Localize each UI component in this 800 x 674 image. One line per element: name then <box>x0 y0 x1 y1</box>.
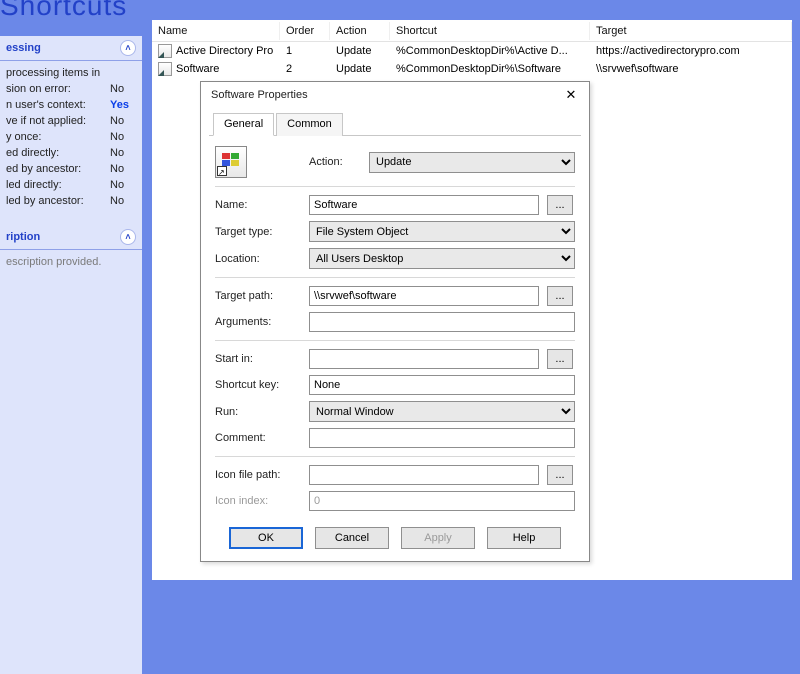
ok-button[interactable]: OK <box>229 527 303 549</box>
icon-file-browse-button[interactable]: ... <box>547 465 573 485</box>
dialog-titlebar[interactable]: Software Properties ✕ <box>201 82 589 108</box>
kv-value: No <box>110 161 136 177</box>
page-title: Shortcuts <box>0 0 127 22</box>
target-type-select[interactable]: File System Object <box>309 221 575 242</box>
kv-label: led directly: <box>6 177 62 193</box>
collapse-icon[interactable]: ˄ <box>120 40 136 56</box>
col-shortcut[interactable]: Shortcut <box>390 22 590 40</box>
description-label: ription <box>6 231 40 243</box>
processing-label: essing <box>6 42 41 54</box>
label-comment: Comment: <box>215 432 301 444</box>
kv-label: y once: <box>6 129 41 145</box>
label-target-type: Target type: <box>215 226 301 238</box>
table-header: Name Order Action Shortcut Target <box>152 20 792 42</box>
description-body: escription provided. <box>0 250 142 274</box>
tab-common[interactable]: Common <box>276 113 343 136</box>
left-panel: essing ˄ processing items in sion on err… <box>0 36 142 674</box>
properties-dialog: Software Properties ✕ General Common Act… <box>200 81 590 562</box>
label-action: Action: <box>309 156 359 168</box>
label-shortcut-key: Shortcut key: <box>215 379 301 391</box>
close-icon[interactable]: ✕ <box>559 85 583 105</box>
kv-label: ve if not applied: <box>6 113 86 129</box>
icon-file-path-field[interactable] <box>309 465 539 485</box>
collapse-icon[interactable]: ˄ <box>120 229 136 245</box>
start-in-browse-button[interactable]: ... <box>547 349 573 369</box>
label-target-path: Target path: <box>215 290 301 302</box>
kv-label: sion on error: <box>6 81 71 97</box>
start-in-field[interactable] <box>309 349 539 369</box>
kv-value: No <box>110 81 136 97</box>
name-field[interactable] <box>309 195 539 215</box>
label-icon-file-path: Icon file path: <box>215 469 301 481</box>
shortcut-icon <box>158 44 172 58</box>
help-button[interactable]: Help <box>487 527 561 549</box>
kv-value: No <box>110 177 136 193</box>
table-body: Active Directory Pro 1 Update %CommonDes… <box>152 42 792 78</box>
arguments-field[interactable] <box>309 312 575 332</box>
action-select[interactable]: Update <box>369 152 575 173</box>
cell-order: 2 <box>280 62 330 76</box>
kv-label: processing items in <box>6 65 100 81</box>
shortcut-icon <box>158 62 172 76</box>
label-icon-index: Icon index: <box>215 495 301 507</box>
dialog-title: Software Properties <box>211 89 308 101</box>
cell-order: 1 <box>280 44 330 58</box>
shortcut-key-field[interactable] <box>309 375 575 395</box>
processing-list: processing items in sion on error: No n u… <box>0 61 142 213</box>
label-start-in: Start in: <box>215 353 301 365</box>
label-name: Name: <box>215 199 301 211</box>
tab-body-general: Action: Update Name: ... Target type: Fi… <box>201 136 589 517</box>
kv-value: No <box>110 113 136 129</box>
col-order[interactable]: Order <box>280 22 330 40</box>
target-path-field[interactable] <box>309 286 539 306</box>
kv-value: Yes <box>110 97 136 113</box>
cell-shortcut: %CommonDesktopDir%\Active D... <box>390 44 590 58</box>
run-select[interactable]: Normal Window <box>309 401 575 422</box>
kv-label: ed by ancestor: <box>6 161 81 177</box>
cell-action: Update <box>330 44 390 58</box>
cell-action: Update <box>330 62 390 76</box>
shortcut-large-icon <box>215 146 301 178</box>
label-arguments: Arguments: <box>215 316 301 328</box>
tab-general[interactable]: General <box>213 113 274 136</box>
cell-target: \\srvwef\software <box>590 62 792 76</box>
processing-section-header: essing ˄ <box>0 36 142 61</box>
target-path-browse-button[interactable]: ... <box>547 286 573 306</box>
icon-index-field <box>309 491 575 511</box>
col-name[interactable]: Name <box>152 22 280 40</box>
dialog-button-row: OK Cancel Apply Help <box>201 517 589 561</box>
cell-name: Software <box>176 63 219 75</box>
cell-shortcut: %CommonDesktopDir%\Software <box>390 62 590 76</box>
apply-button: Apply <box>401 527 475 549</box>
kv-value: No <box>110 145 136 161</box>
kv-label: led by ancestor: <box>6 193 84 209</box>
kv-label: n user's context: <box>6 97 86 113</box>
kv-label: ed directly: <box>6 145 59 161</box>
table-row[interactable]: Active Directory Pro 1 Update %CommonDes… <box>152 42 792 60</box>
cancel-button[interactable]: Cancel <box>315 527 389 549</box>
tab-strip: General Common <box>209 112 581 136</box>
table-row[interactable]: Software 2 Update %CommonDesktopDir%\Sof… <box>152 60 792 78</box>
col-action[interactable]: Action <box>330 22 390 40</box>
description-section-header: ription ˄ <box>0 225 142 250</box>
kv-value: No <box>110 129 136 145</box>
cell-target: https://activedirectorypro.com <box>590 44 792 58</box>
name-browse-button[interactable]: ... <box>547 195 573 215</box>
location-select[interactable]: All Users Desktop <box>309 248 575 269</box>
comment-field[interactable] <box>309 428 575 448</box>
label-run: Run: <box>215 406 301 418</box>
kv-value <box>110 65 136 81</box>
col-target[interactable]: Target <box>590 22 792 40</box>
kv-value: No <box>110 193 136 209</box>
cell-name: Active Directory Pro <box>176 45 273 57</box>
label-location: Location: <box>215 253 301 265</box>
